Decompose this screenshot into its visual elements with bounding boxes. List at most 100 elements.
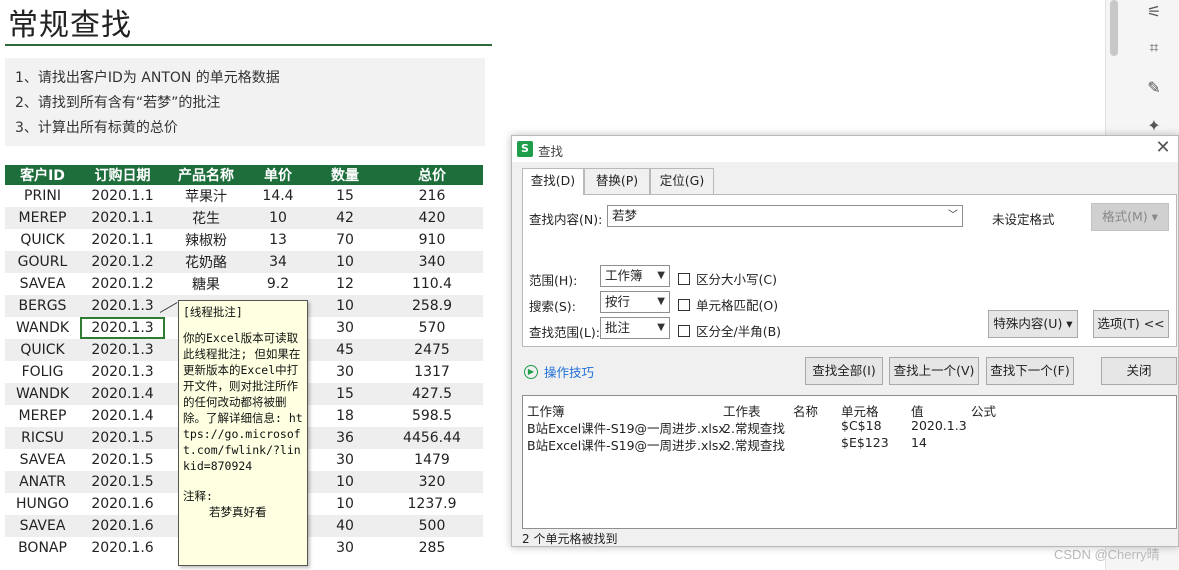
find-previous-button[interactable]: 查找上一个(V) — [889, 357, 979, 385]
table-cell[interactable]: 1479 — [381, 449, 483, 471]
table-cell[interactable]: QUICK — [5, 229, 80, 251]
table-cell[interactable]: RICSU — [5, 427, 80, 449]
table-cell[interactable]: MEREP — [5, 405, 80, 427]
table-cell[interactable]: GOURL — [5, 251, 80, 273]
table-cell[interactable]: QUICK — [5, 339, 80, 361]
chevron-down-icon[interactable]: ﹀ — [948, 206, 958, 226]
table-cell[interactable]: 258.9 — [381, 295, 483, 317]
table-cell[interactable]: 40 — [309, 515, 381, 537]
table-cell[interactable]: 30 — [309, 537, 381, 559]
table-cell[interactable]: 2020.1.6 — [80, 515, 165, 537]
column-header[interactable]: 总价 — [381, 165, 483, 185]
table-cell[interactable]: 42 — [309, 207, 381, 229]
column-header[interactable]: 客户ID — [5, 165, 80, 185]
match-cell-checkbox[interactable]: 单元格匹配(O) — [678, 295, 778, 314]
brush-icon[interactable]: ✎ — [1142, 76, 1166, 100]
table-cell[interactable]: 4456.44 — [381, 427, 483, 449]
tab-find[interactable]: 查找(D) — [522, 168, 584, 195]
table-cell[interactable]: 13 — [247, 229, 309, 251]
table-cell[interactable]: 30 — [309, 361, 381, 383]
table-cell[interactable]: 110.4 — [381, 273, 483, 295]
checkbox-box[interactable] — [678, 272, 690, 285]
table-cell[interactable]: ANATR — [5, 471, 80, 493]
table-cell[interactable]: 2475 — [381, 339, 483, 361]
dialog-titlebar[interactable]: S 查找 ✕ — [512, 136, 1178, 162]
table-cell[interactable]: 18 — [309, 405, 381, 427]
table-cell[interactable]: SAVEA — [5, 515, 80, 537]
table-cell[interactable]: 36 — [309, 427, 381, 449]
table-cell[interactable]: SAVEA — [5, 449, 80, 471]
table-cell[interactable]: 570 — [381, 317, 483, 339]
table-cell[interactable]: 2020.1.6 — [80, 493, 165, 515]
find-all-button[interactable]: 查找全部(I) — [805, 357, 883, 385]
table-cell[interactable]: 340 — [381, 251, 483, 273]
table-cell[interactable]: 2020.1.5 — [80, 427, 165, 449]
table-cell[interactable]: 辣椒粉 — [165, 229, 247, 251]
table-cell[interactable]: 2020.1.3 — [80, 361, 165, 383]
table-cell[interactable]: 420 — [381, 207, 483, 229]
table-cell[interactable]: 2020.1.1 — [80, 207, 165, 229]
table-cell[interactable]: 285 — [381, 537, 483, 559]
table-cell[interactable]: 苹果汁 — [165, 185, 247, 207]
table-cell[interactable]: 70 — [309, 229, 381, 251]
table-cell[interactable]: 9.2 — [247, 273, 309, 295]
checkbox-box[interactable] — [678, 324, 690, 337]
table-cell[interactable]: 216 — [381, 185, 483, 207]
table-cell[interactable]: 2020.1.3 — [80, 295, 165, 317]
results-list[interactable]: 工作簿 工作表 名称 单元格 值 公式 B站Excel课件-S19@一周进步.x… — [522, 395, 1177, 529]
table-cell[interactable]: 12 — [309, 273, 381, 295]
table-cell[interactable]: 910 — [381, 229, 483, 251]
table-cell[interactable]: 10 — [309, 493, 381, 515]
tab-replace[interactable]: 替换(P) — [584, 168, 650, 194]
table-cell[interactable]: 10 — [309, 251, 381, 273]
table-cell[interactable]: HUNGO — [5, 493, 80, 515]
table-cell[interactable]: 1317 — [381, 361, 483, 383]
table-cell[interactable]: BONAP — [5, 537, 80, 559]
table-cell[interactable]: 2020.1.2 — [80, 251, 165, 273]
table-cell[interactable]: 10 — [309, 295, 381, 317]
table-cell[interactable]: 花奶酪 — [165, 251, 247, 273]
close-icon[interactable]: ✕ — [1154, 138, 1172, 158]
vertical-scrollbar[interactable] — [1110, 0, 1118, 56]
table-cell[interactable]: 15 — [309, 185, 381, 207]
table-cell[interactable]: 320 — [381, 471, 483, 493]
table-cell[interactable]: 糖果 — [165, 273, 247, 295]
column-header[interactable]: 数量 — [309, 165, 381, 185]
result-row[interactable]: B站Excel课件-S19@一周进步.xlsx 2.常规查找 $E$123 14 — [523, 435, 1176, 453]
table-cell[interactable]: 34 — [247, 251, 309, 273]
table-cell[interactable]: 598.5 — [381, 405, 483, 427]
table-cell[interactable]: 1237.9 — [381, 493, 483, 515]
special-content-button[interactable]: 特殊内容(U) ▾ — [988, 310, 1078, 338]
table-cell[interactable]: 15 — [309, 383, 381, 405]
table-cell[interactable]: 500 — [381, 515, 483, 537]
table-cell[interactable]: 2020.1.4 — [80, 405, 165, 427]
table-cell[interactable]: 10 — [247, 207, 309, 229]
table-cell[interactable]: 427.5 — [381, 383, 483, 405]
options-button[interactable]: 选项(T) << — [1093, 310, 1169, 338]
sliders-icon[interactable]: ⚟ — [1142, 0, 1166, 24]
tips-link[interactable]: ▶ 操作技巧 — [524, 362, 594, 381]
table-cell[interactable]: 2020.1.1 — [80, 185, 165, 207]
table-cell[interactable]: 2020.1.5 — [80, 449, 165, 471]
table-cell[interactable]: PRINI — [5, 185, 80, 207]
table-cell[interactable]: 30 — [309, 317, 381, 339]
table-cell[interactable]: BERGS — [5, 295, 80, 317]
table-cell[interactable]: 2020.1.3 — [80, 317, 165, 339]
close-button[interactable]: 关闭 — [1101, 357, 1177, 385]
table-cell[interactable]: 2020.1.3 — [80, 339, 165, 361]
match-width-checkbox[interactable]: 区分全/半角(B) — [678, 321, 781, 340]
table-cell[interactable]: 14.4 — [247, 185, 309, 207]
table-cell[interactable]: 花生 — [165, 207, 247, 229]
find-input[interactable]: 若梦 ﹀ — [607, 205, 963, 227]
table-cell[interactable]: 2020.1.5 — [80, 471, 165, 493]
scope-select[interactable]: 工作簿 ▼ — [600, 265, 670, 287]
result-row[interactable]: B站Excel课件-S19@一周进步.xlsx 2.常规查找 $C$18 2020.1… — [523, 418, 1176, 436]
column-header[interactable]: 订购日期 — [80, 165, 165, 185]
search-order-select[interactable]: 按行 ▼ — [600, 291, 670, 313]
checkbox-box[interactable] — [678, 298, 690, 311]
find-next-button[interactable]: 查找下一个(F) — [986, 357, 1074, 385]
table-cell[interactable]: WANDK — [5, 317, 80, 339]
table-cell[interactable]: 2020.1.2 — [80, 273, 165, 295]
tab-goto[interactable]: 定位(G) — [650, 168, 714, 194]
crop-icon[interactable]: ⌗ — [1142, 36, 1166, 60]
